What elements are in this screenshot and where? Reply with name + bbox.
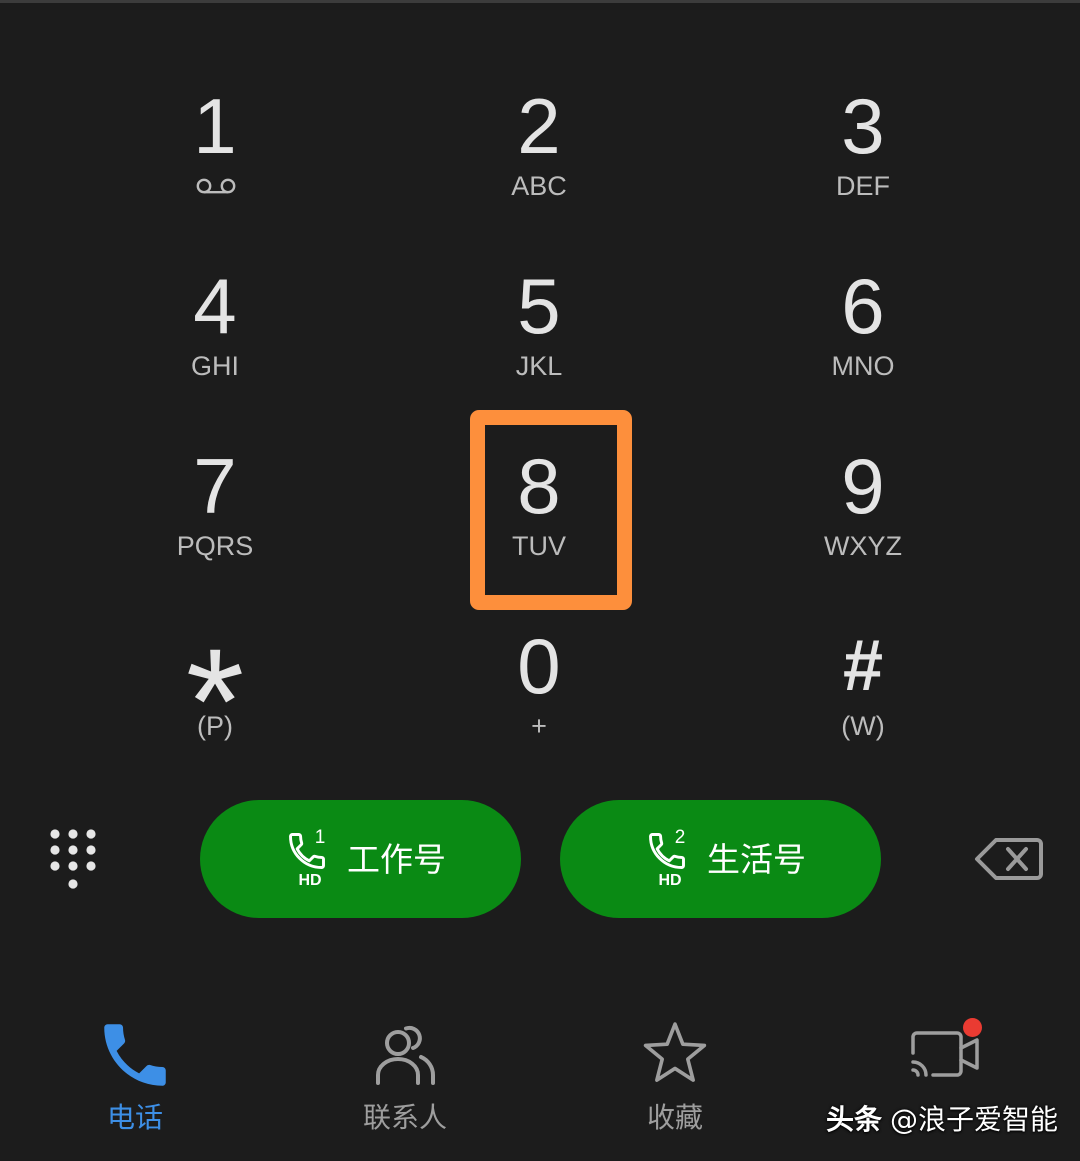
nav-tab-contacts[interactable]: 联系人 xyxy=(305,1010,505,1150)
key-digit: 1 xyxy=(193,82,237,170)
key-5[interactable]: 5 JKL xyxy=(377,250,701,430)
key-4[interactable]: 4 GHI xyxy=(53,250,377,430)
star-icon xyxy=(642,1021,708,1087)
nav-label: 联系人 xyxy=(362,1101,447,1134)
call-button-label: 生活号 xyxy=(707,840,806,879)
key-letters: (P) xyxy=(197,711,233,741)
key-digit: 8 xyxy=(517,442,561,530)
key-7[interactable]: 7 PQRS xyxy=(53,430,377,610)
key-digit: 3 xyxy=(841,82,885,170)
notification-dot xyxy=(963,1018,982,1037)
sim-slot-number: 1 xyxy=(314,827,326,848)
key-digit: 6 xyxy=(841,262,885,350)
watermark-handle: @浪子爱智能 xyxy=(890,1103,1059,1136)
watermark: 头条 @浪子爱智能 xyxy=(826,1100,1058,1140)
key-letters: MNO xyxy=(831,351,895,381)
key-digit: 2 xyxy=(517,82,561,170)
hd-badge: HD xyxy=(658,872,682,889)
key-letters: GHI xyxy=(190,351,239,381)
key-letters: (W) xyxy=(841,711,885,741)
key-letters: + xyxy=(531,711,547,741)
key-letters: JKL xyxy=(515,351,563,381)
key-letters: TUV xyxy=(512,531,566,561)
key-0[interactable]: 0 + xyxy=(377,610,701,790)
call-button-sim2[interactable]: 2 HD 生活号 xyxy=(560,800,881,918)
key-digit: 4 xyxy=(193,262,237,350)
key-digit: # xyxy=(842,626,884,706)
key-letters: DEF xyxy=(836,171,890,201)
dialpad-icon[interactable] xyxy=(50,829,96,889)
key-6[interactable]: 6 MNO xyxy=(701,250,1025,430)
nav-tab-phone[interactable]: 电话 xyxy=(35,1010,235,1150)
key-letters: PQRS xyxy=(176,531,254,561)
key-letters: ABC xyxy=(511,171,567,201)
key-9[interactable]: 9 WXYZ xyxy=(701,430,1025,610)
key-letters: WXYZ xyxy=(824,531,902,561)
key-digit: 5 xyxy=(517,262,561,350)
nav-label: 电话 xyxy=(106,1101,163,1134)
key-2[interactable]: 2 ABC xyxy=(377,70,701,250)
key-star[interactable]: * (P) xyxy=(53,610,377,790)
call-button-label: 工作号 xyxy=(347,840,446,879)
watermark-brand: 头条 xyxy=(826,1103,883,1136)
key-3[interactable]: 3 DEF xyxy=(701,70,1025,250)
sim1-call-icon-group: 1 HD xyxy=(286,828,334,892)
nav-label: 收藏 xyxy=(646,1101,703,1134)
key-hash[interactable]: # (W) xyxy=(701,610,1025,790)
contacts-icon xyxy=(373,1022,437,1086)
key-digit: 7 xyxy=(193,442,237,530)
phone-icon xyxy=(94,1014,176,1096)
top-edge-divider xyxy=(0,0,1080,3)
call-button-sim1[interactable]: 1 HD 工作号 xyxy=(200,800,521,918)
nav-tab-favorites[interactable]: 收藏 xyxy=(575,1010,775,1150)
backspace-icon[interactable] xyxy=(974,837,1044,881)
voicemail-icon xyxy=(196,178,236,194)
hd-badge: HD xyxy=(298,872,322,889)
key-digit: 0 xyxy=(517,622,561,710)
key-digit: 9 xyxy=(841,442,885,530)
key-1[interactable]: 1 xyxy=(53,70,377,250)
sim-slot-number: 2 xyxy=(674,827,686,848)
key-8[interactable]: 8 TUV xyxy=(377,410,701,610)
dialer-screen: 1 2 ABC 3 DEF 4 GHI 5 JKL 6 MNO 7 PQRS 8… xyxy=(0,0,1080,1161)
sim2-call-icon-group: 2 HD xyxy=(646,828,694,892)
